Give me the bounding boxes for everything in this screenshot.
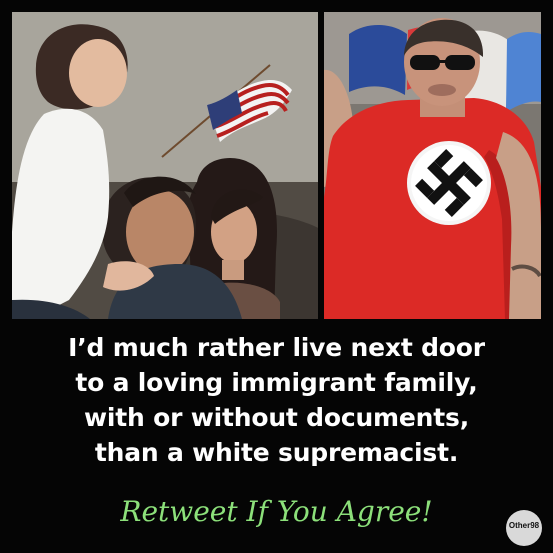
caption-line: to a loving immigrant family, xyxy=(75,368,478,397)
other98-logo: Other98 xyxy=(506,510,542,546)
swastika-emblem-icon xyxy=(407,141,491,225)
caption-line: with or without documents, xyxy=(84,403,469,432)
retweet-call-to-action: Retweet If You Agree! xyxy=(120,495,433,528)
caption-block: I’d much rather live next door to a lovi… xyxy=(0,330,553,470)
caption-line: than a white supremacist. xyxy=(94,438,459,467)
immigrant-family-photo xyxy=(12,12,318,319)
immigrant-family-illustration xyxy=(12,12,318,319)
caption-line: I’d much rather live next door xyxy=(68,333,485,362)
logo-text: Other98 xyxy=(508,521,540,530)
meme-card: I’d much rather live next door to a lovi… xyxy=(0,0,553,553)
white-supremacist-photo xyxy=(324,12,541,319)
man-in-red-shirt-illustration xyxy=(324,12,541,319)
